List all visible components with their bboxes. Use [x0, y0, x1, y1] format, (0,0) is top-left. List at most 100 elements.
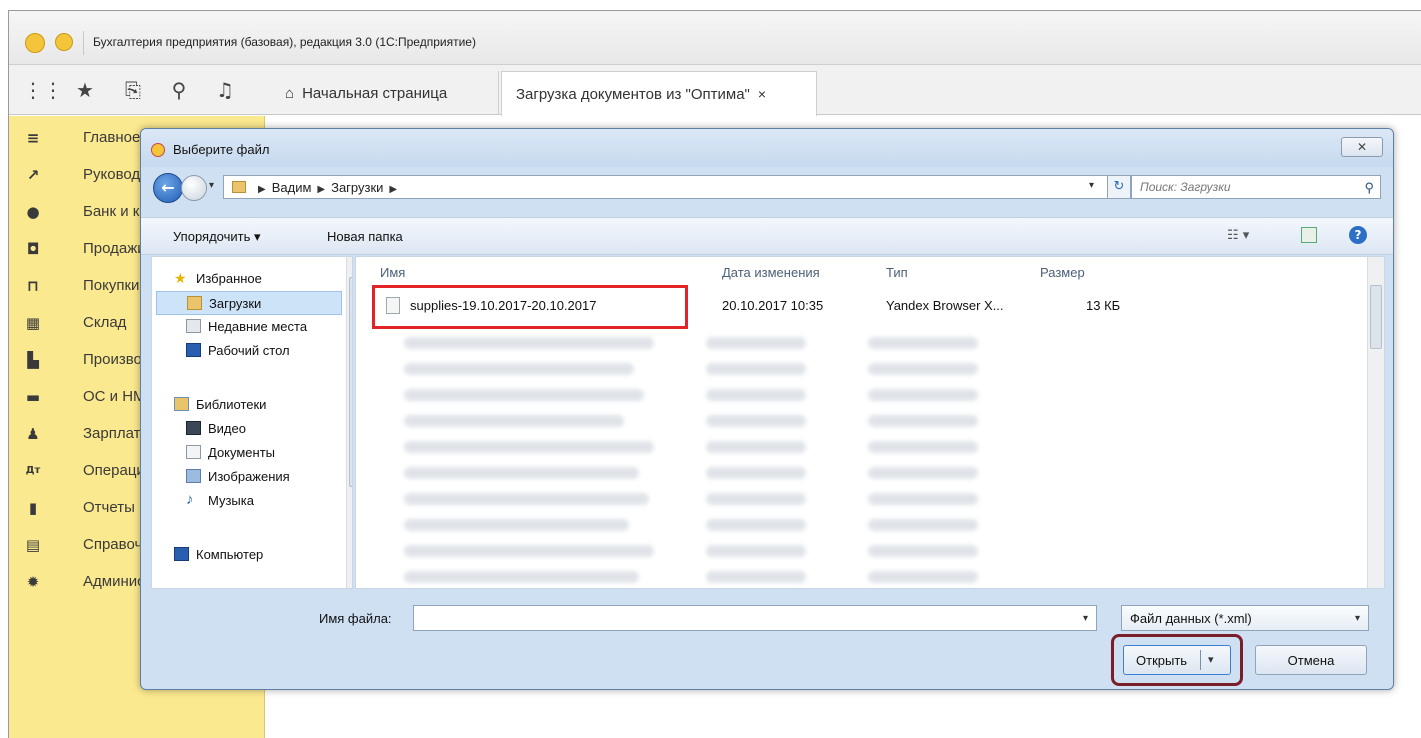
recent-locations-dropdown-icon[interactable]: ▾: [209, 180, 214, 191]
column-header-type[interactable]: Тип: [886, 265, 908, 280]
dialog-title: Выберите файл: [173, 142, 270, 157]
nav-item-documents[interactable]: Документы: [152, 441, 346, 465]
computer-icon: [174, 547, 189, 561]
sidebar-item-label: Отчеты: [83, 499, 135, 516]
nav-item-label: Компьютер: [196, 547, 264, 562]
file-list-scrollbar-thumb[interactable]: [1370, 285, 1382, 349]
nav-item-video[interactable]: Видео: [152, 417, 346, 441]
file-open-dialog: Выберите файл ✕ ← ▾ ▶ Вадим ▶ Загрузки ▶ ▾ ↻…: [140, 128, 1394, 690]
address-path[interactable]: ▶ Вадим ▶ Загрузки ▶: [223, 175, 1111, 199]
file-list-scrollbar[interactable]: [1367, 257, 1384, 588]
nav-item-downloads[interactable]: Загрузки: [156, 291, 342, 315]
column-header-date[interactable]: Дата изменения: [722, 265, 820, 280]
document-icon: [186, 445, 201, 459]
blurred-file-row: [404, 389, 644, 401]
cart-icon: ⊓: [27, 277, 39, 295]
desktop-icon: [186, 343, 201, 357]
file-type-filter-select[interactable]: Файл данных (*.xml) ▾: [1121, 605, 1369, 631]
nav-item-label: Музыка: [208, 493, 254, 508]
search-icon[interactable]: ⚲: [167, 78, 191, 102]
blurred-file-row: [706, 337, 806, 349]
search-icon[interactable]: ⚲: [1364, 180, 1374, 196]
blurred-file-row: [706, 467, 806, 479]
tab-home[interactable]: ⌂ Начальная страница: [269, 71, 499, 115]
blurred-file-row: [868, 545, 978, 557]
bank-icon: ●: [26, 203, 40, 221]
back-arrow-icon[interactable]: ←: [153, 173, 183, 203]
help-icon[interactable]: ?: [1349, 226, 1367, 244]
chevron-right-icon[interactable]: ▶: [389, 184, 397, 195]
chevron-right-icon[interactable]: ▶: [258, 184, 266, 195]
video-icon: [186, 421, 201, 435]
breadcrumb-downloads[interactable]: Загрузки: [331, 180, 383, 195]
blurred-file-row: [868, 493, 978, 505]
history-icon[interactable]: ⎘: [121, 78, 145, 102]
tab-load-documents[interactable]: Загрузка документов из "Оптима" ×: [501, 71, 817, 116]
blurred-file-row: [868, 389, 978, 401]
nav-item-computer[interactable]: Компьютер: [152, 543, 346, 567]
folder-icon: [187, 296, 202, 310]
command-bar: Упорядочить ▾ Новая папка ☷ ▾ ?: [141, 217, 1393, 255]
change-view-icon[interactable]: ☷ ▾: [1227, 228, 1249, 243]
factory-icon: ▙: [27, 351, 39, 369]
column-header-name[interactable]: Имя: [380, 265, 405, 280]
blurred-file-row: [404, 415, 624, 427]
chevron-right-icon[interactable]: ▶: [317, 184, 325, 195]
book-icon: ▤: [25, 536, 41, 554]
cancel-button[interactable]: Отмена: [1255, 645, 1367, 675]
file-type: Yandex Browser X...: [886, 298, 1004, 313]
filename-input[interactable]: [413, 605, 1097, 631]
title-separator: [83, 31, 84, 55]
tab-close-icon[interactable]: ×: [758, 86, 766, 102]
folder-icon: [232, 181, 246, 193]
dialog-close-button[interactable]: ✕: [1341, 137, 1383, 157]
nav-item-music[interactable]: ♪ Музыка: [152, 489, 346, 513]
sidebar-item-label: Продажи: [83, 240, 146, 257]
nav-item-desktop[interactable]: Рабочий стол: [152, 339, 346, 363]
preview-pane-icon[interactable]: [1301, 227, 1317, 243]
new-folder-button[interactable]: Новая папка: [327, 229, 403, 244]
nav-item-label: Загрузки: [209, 296, 262, 311]
blurred-file-row: [706, 363, 806, 375]
bar-chart-icon: ▮: [28, 499, 38, 517]
file-date: 20.10.2017 10:35: [722, 298, 824, 313]
address-bar: ← ▾ ▶ Вадим ▶ Загрузки ▶ ▾ ↻ Поиск: Загрузки…: [141, 167, 1393, 207]
nav-item-label: Изображения: [208, 469, 290, 484]
image-icon: [186, 469, 201, 483]
filename-dropdown-icon[interactable]: ▾: [1083, 613, 1088, 624]
bell-icon[interactable]: ♫: [213, 78, 237, 102]
blurred-file-row: [868, 363, 978, 375]
search-input[interactable]: Поиск: Загрузки ⚲: [1131, 175, 1381, 199]
recent-places-icon: [186, 319, 201, 333]
file-size: 13 КБ: [1086, 298, 1121, 313]
tab-home-label: Начальная страница: [302, 85, 448, 102]
organize-button[interactable]: Упорядочить ▾: [173, 229, 261, 245]
nav-item-label: Рабочий стол: [208, 343, 290, 358]
breadcrumb-user[interactable]: Вадим: [272, 180, 312, 195]
nav-scrollbar[interactable]: [346, 257, 352, 588]
nav-item-recent-places[interactable]: Недавние места: [152, 315, 346, 339]
nav-scrollbar-thumb[interactable]: [349, 277, 352, 487]
sidebar-item-label: Покупки: [83, 277, 140, 294]
blurred-file-row: [706, 519, 806, 531]
forward-arrow-icon[interactable]: [181, 175, 207, 201]
refresh-button[interactable]: ↻: [1107, 175, 1131, 199]
blurred-file-row: [404, 545, 654, 557]
address-dropdown-icon[interactable]: ▾: [1089, 180, 1094, 191]
column-header-size[interactable]: Размер: [1040, 265, 1085, 280]
star-icon[interactable]: ★: [73, 78, 97, 102]
music-icon: ♪: [186, 491, 194, 508]
blurred-file-row: [404, 519, 629, 531]
blurred-file-row: [404, 493, 649, 505]
nav-item-favorites[interactable]: ★ Избранное: [152, 267, 346, 291]
apps-grid-icon[interactable]: ⋮⋮: [23, 78, 63, 102]
main-menu-icon[interactable]: [55, 33, 73, 51]
gear-icon: ✹: [26, 573, 40, 591]
warehouse-icon: ▦: [25, 314, 41, 332]
app-title: Бухгалтерия предприятия (базовая), редак…: [93, 35, 476, 49]
file-highlight-box: [372, 285, 688, 329]
title-bar: Бухгалтерия предприятия (базовая), редак…: [9, 11, 1421, 65]
nav-item-libraries[interactable]: Библиотеки: [152, 393, 346, 417]
nav-item-images[interactable]: Изображения: [152, 465, 346, 489]
truck-icon: ▬: [25, 388, 41, 406]
